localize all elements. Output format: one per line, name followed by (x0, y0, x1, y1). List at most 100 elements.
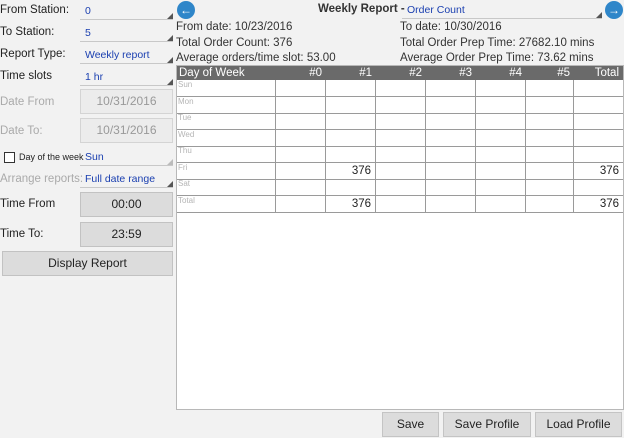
report-type-label: Report Type: (0, 48, 66, 60)
table-cell (276, 129, 326, 146)
table-cell (276, 162, 326, 179)
table-cell (526, 179, 574, 195)
dropdown-corner-icon (596, 12, 602, 18)
save-profile-button[interactable]: Save Profile (443, 412, 531, 437)
table-cell (476, 113, 526, 129)
table-cell (526, 146, 574, 162)
day-of-week-value: Sun (85, 151, 104, 163)
day-cell: Tue (177, 113, 276, 129)
dropdown-corner-icon (167, 13, 173, 19)
table-cell (426, 129, 476, 146)
time-from-button[interactable]: 00:00 (80, 192, 173, 217)
day-cell: Fri (177, 162, 276, 179)
table-cell (476, 162, 526, 179)
table-cell (426, 179, 476, 195)
table-row: Sat (177, 179, 623, 196)
column-header: #3 (459, 67, 472, 79)
from-station-spinner[interactable]: 0 (80, 2, 173, 20)
date-to-button[interactable]: 10/31/2016 (80, 118, 173, 143)
table-row: Tue (177, 113, 623, 130)
table-cell (426, 80, 476, 96)
table-row: Mon (177, 96, 623, 114)
settings-panel: From Station: 0 To Station: 5 Report Typ… (0, 0, 176, 438)
table-cell (326, 129, 376, 146)
report-type-spinner[interactable]: Weekly report (80, 46, 173, 64)
table-cell: 376 (326, 195, 376, 212)
display-report-button[interactable]: Display Report (2, 251, 173, 276)
table-cell (376, 146, 426, 162)
from-station-label: From Station: (0, 4, 70, 16)
day-cell: Wed (177, 129, 276, 146)
from-date-text: From date: 10/23/2016 (176, 21, 293, 33)
load-profile-button[interactable]: Load Profile (535, 412, 622, 437)
to-station-spinner[interactable]: 5 (80, 24, 173, 42)
table-cell (376, 96, 426, 113)
date-from-button[interactable]: 10/31/2016 (80, 89, 173, 114)
table-cell (276, 195, 326, 212)
time-slots-value: 1 hr (85, 71, 104, 83)
column-header: #0 (309, 67, 322, 79)
table-cell (426, 113, 476, 129)
table-cell (326, 80, 376, 96)
day-cell: Sat (177, 179, 276, 195)
to-station-label: To Station: (0, 26, 55, 38)
table-cell (574, 130, 623, 146)
time-to-label: Time To: (0, 228, 44, 240)
table-cell (276, 113, 326, 129)
column-header: #4 (509, 67, 522, 79)
day-of-week-label: Day of the week (19, 152, 84, 162)
arrange-reports-spinner[interactable]: Full date range (80, 170, 173, 188)
table-cell (376, 129, 426, 146)
table-row: Wed (177, 129, 623, 147)
avg-prep-time-text: Average Order Prep Time: 73.62 mins (400, 52, 594, 64)
table-cell (376, 80, 426, 96)
date-to-label: Date To: (0, 125, 43, 137)
table-cell (574, 97, 623, 113)
day-of-week-spinner[interactable]: Sun (80, 148, 173, 166)
report-table: Day of Week #0 #1 #2 #3 #4 #5 Total Sun M… (176, 65, 624, 410)
table-cell (526, 195, 574, 212)
arrange-reports-label: Arrange reports: (0, 173, 84, 185)
column-header: Day of Week (179, 67, 245, 79)
day-of-week-checkbox[interactable] (4, 152, 15, 163)
column-header: Total (594, 67, 619, 79)
arrow-left-icon[interactable]: ← (177, 1, 195, 19)
table-row: Fri 376 376 (177, 162, 623, 180)
day-cell: Sun (177, 80, 276, 96)
save-button[interactable]: Save (382, 412, 439, 437)
column-header: #2 (409, 67, 422, 79)
table-cell (326, 113, 376, 129)
to-station-row: To Station: 5 (0, 24, 176, 44)
from-station-row: From Station: 0 (0, 2, 176, 22)
from-station-value: 0 (85, 5, 91, 17)
table-cell (376, 195, 426, 212)
arrow-right-icon[interactable]: → (605, 1, 623, 19)
date-from-label: Date From (0, 96, 55, 108)
table-cell: 376 (599, 197, 619, 210)
time-slots-row: Time slots 1 hr (0, 68, 176, 88)
table-cell (426, 195, 476, 212)
table-cell (526, 129, 574, 146)
report-type-value: Weekly report (85, 49, 150, 61)
to-date-text: To date: 10/30/2016 (400, 21, 502, 33)
time-slots-spinner[interactable]: 1 hr (80, 68, 173, 86)
column-header: #1 (359, 67, 372, 79)
table-cell (574, 179, 623, 195)
table-header: Day of Week #0 #1 #2 #3 #4 #5 Total (177, 66, 623, 80)
column-header: #5 (557, 67, 570, 79)
table-cell (574, 146, 623, 162)
dropdown-corner-icon (167, 79, 173, 85)
day-cell: Total (177, 195, 276, 212)
dropdown-corner-icon (167, 159, 173, 165)
arrange-reports-value: Full date range (85, 173, 156, 185)
table-cell (326, 96, 376, 113)
table-cell (276, 80, 326, 96)
table-cell (276, 179, 326, 195)
table-cell (476, 195, 526, 212)
time-slots-label: Time slots (0, 70, 52, 82)
time-to-button[interactable]: 23:59 (80, 222, 173, 247)
table-cell (276, 146, 326, 162)
avg-orders-text: Average orders/time slot: 53.00 (176, 52, 336, 64)
report-select-spinner[interactable]: Order Count (402, 1, 602, 19)
table-cell (376, 179, 426, 195)
